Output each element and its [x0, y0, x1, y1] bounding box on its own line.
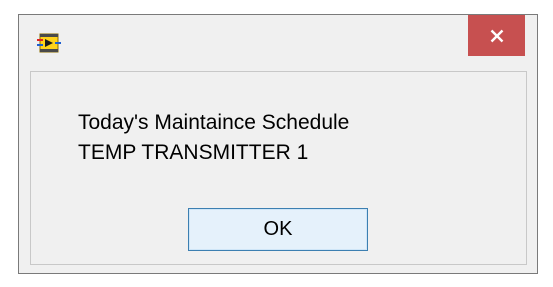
labview-vi-icon — [37, 31, 61, 55]
message-line-2: TEMP TRANSMITTER 1 — [78, 141, 309, 164]
message-line-1: Today's Maintaince Schedule — [78, 111, 350, 134]
ok-button[interactable]: OK — [188, 208, 368, 251]
close-button[interactable] — [468, 15, 525, 56]
message-dialog-window: Today's Maintaince Schedule TEMP TRANSMI… — [18, 14, 538, 274]
title-bar[interactable] — [19, 15, 537, 71]
close-icon — [490, 29, 504, 43]
message-text: Today's Maintaince Schedule TEMP TRANSMI… — [78, 108, 349, 168]
dialog-content: Today's Maintaince Schedule TEMP TRANSMI… — [30, 71, 527, 265]
